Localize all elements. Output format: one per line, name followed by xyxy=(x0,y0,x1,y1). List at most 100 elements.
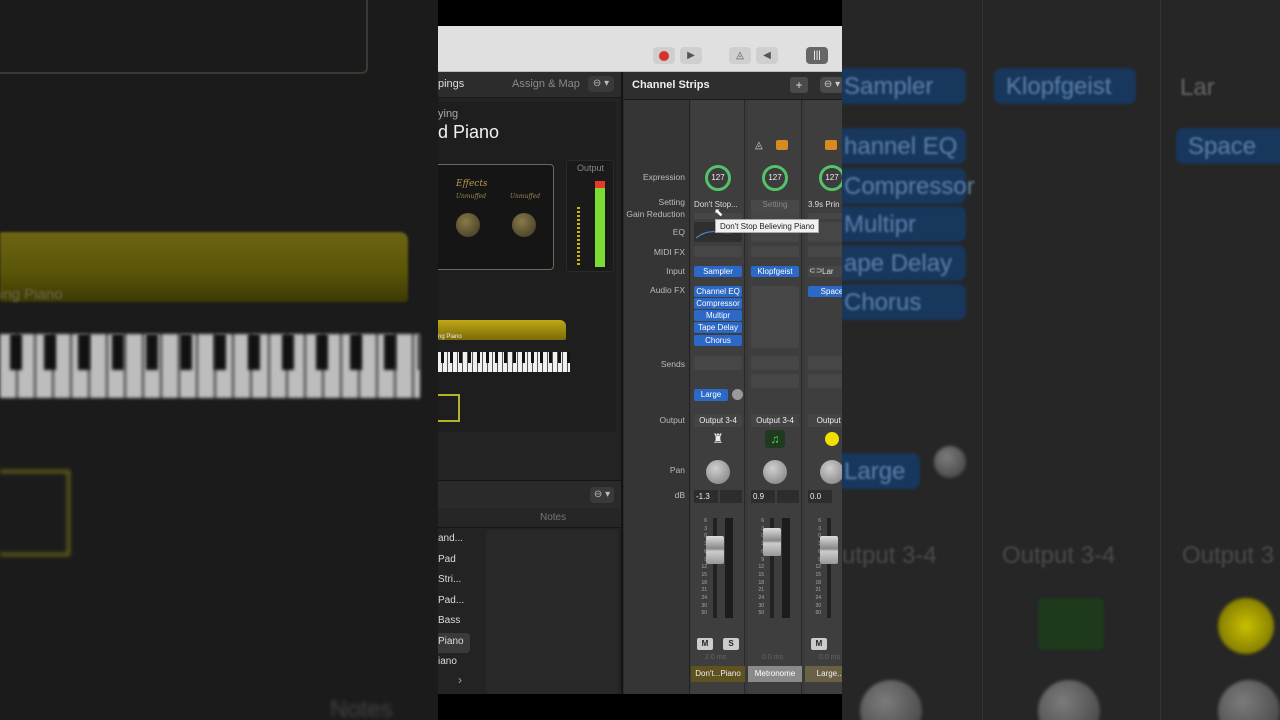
row-label-midi-fx: MIDI FX xyxy=(653,247,685,257)
send-level-knob[interactable] xyxy=(732,389,743,400)
audio-fx-compressor[interactable]: Compressor xyxy=(694,298,742,309)
channel-strips-menu-button[interactable]: ⊖ ▾ xyxy=(820,77,842,93)
mute-button[interactable]: M xyxy=(811,638,827,650)
library-item[interactable]: and... xyxy=(438,530,486,551)
notes-header: Notes xyxy=(540,512,567,523)
effects-knob[interactable] xyxy=(512,213,536,237)
channel-strip-metronome: ◬ 127 Setting Klopfgeist Output 3-4 ♫ 0.… xyxy=(748,100,802,694)
library-menu-button[interactable]: ⊖ ▾ xyxy=(590,487,614,503)
library-item[interactable]: Stri... xyxy=(438,571,486,592)
output-selector[interactable]: Output 3-4 xyxy=(694,414,742,427)
channel-strip-piano: 127 Don't Stop... Sampler Channel EQ Com… xyxy=(691,100,745,694)
lock-icon xyxy=(776,140,788,150)
channel-strips-title: Channel Strips xyxy=(632,79,710,91)
background-pan-knob xyxy=(860,680,922,720)
background-pill-chorus: Chorus xyxy=(842,284,966,320)
add-channel-button[interactable]: + xyxy=(790,77,808,93)
db-readout: 0.9 xyxy=(751,490,775,503)
effects-sub-label: Unmuffed xyxy=(456,193,487,200)
setting-button[interactable]: 3.9s Prin xyxy=(808,200,842,213)
row-label-audio-fx: Audio FX xyxy=(650,285,685,295)
expression-knob[interactable]: 127 xyxy=(762,165,788,191)
volume-fader[interactable] xyxy=(763,528,781,556)
row-label-expression: Expression xyxy=(642,172,685,182)
background-frame xyxy=(0,0,368,74)
plugin-title: d Piano xyxy=(438,122,500,142)
midi-fx-slot[interactable] xyxy=(694,246,742,257)
background-output-2: Output 3-4 xyxy=(1002,542,1116,569)
row-label-input: Input xyxy=(666,266,685,276)
volume-fader[interactable] xyxy=(706,536,724,564)
library-item[interactable]: iano xyxy=(438,653,486,674)
audio-fx-multipr[interactable]: Multipr xyxy=(694,310,742,321)
solo-button[interactable]: S xyxy=(723,638,739,650)
record-button[interactable] xyxy=(653,47,675,64)
send-slot[interactable] xyxy=(751,356,799,370)
audio-fx-space[interactable]: Space xyxy=(808,286,842,297)
background-pan-knob xyxy=(1218,680,1280,720)
volume-fader[interactable] xyxy=(820,536,838,564)
background-right: Sampler Klopfgeist Lar hannel EQ Compres… xyxy=(842,0,1280,720)
input-plugin-sampler[interactable]: Sampler xyxy=(694,266,742,277)
plugin-subtitle: ying xyxy=(438,108,459,120)
tab-mappings[interactable]: pings xyxy=(438,78,464,90)
output-label: Output xyxy=(577,163,605,173)
output-selector[interactable]: Output 3-4 xyxy=(751,414,799,427)
expression-knob[interactable]: 127 xyxy=(705,165,731,191)
piano-black-keys xyxy=(438,352,570,363)
pan-knob[interactable] xyxy=(763,460,787,484)
play-button[interactable]: ▶ xyxy=(680,47,702,64)
library-item[interactable]: Pad xyxy=(438,551,486,572)
send-slot[interactable] xyxy=(694,356,742,370)
speaker-button[interactable]: ◀ xyxy=(756,47,778,64)
background-pill-space: Space xyxy=(1176,128,1280,164)
send-slot[interactable] xyxy=(751,374,799,388)
send-slot[interactable] xyxy=(808,356,842,370)
plugin-view: ying d Piano Effects Unmuffed Unmuffed O… xyxy=(438,102,616,432)
send-large[interactable]: Large xyxy=(694,389,728,401)
audio-fx-tape-delay[interactable]: Tape Delay xyxy=(694,322,742,333)
notes-area[interactable] xyxy=(486,530,618,694)
channel-name[interactable]: Large...ll xyxy=(805,666,842,682)
metronome-button[interactable]: ◬ xyxy=(729,47,751,64)
channel-name[interactable]: Don't...Piano xyxy=(691,666,745,682)
input-plugin-klopfgeist[interactable]: Klopfgeist xyxy=(751,266,799,277)
peak-readout xyxy=(720,490,742,503)
latency-readout: 0.0 ms xyxy=(762,654,784,661)
effects-knob[interactable] xyxy=(456,213,480,237)
midi-fx-slot[interactable] xyxy=(751,246,799,257)
expression-knob[interactable]: 127 xyxy=(819,165,842,191)
midi-fx-slot[interactable] xyxy=(808,246,842,257)
library-item[interactable]: Bass xyxy=(438,612,486,633)
sustain-pedal xyxy=(438,394,460,422)
background-output-1: utput 3-4 xyxy=(842,542,937,569)
row-label-sends: Sends xyxy=(660,359,685,369)
library-item-selected[interactable]: Piano xyxy=(438,632,470,653)
channel-name[interactable]: Metronome xyxy=(748,666,802,682)
background-send-knob xyxy=(934,446,966,478)
pan-knob[interactable] xyxy=(706,460,730,484)
db-readout: -1.3 xyxy=(694,490,718,503)
setting-button[interactable]: Setting xyxy=(751,200,799,213)
audio-fx-slot[interactable] xyxy=(751,286,799,348)
fader-track xyxy=(827,518,831,618)
background-pill-klopfgeist: Klopfgeist xyxy=(994,68,1136,104)
audio-fx-chorus[interactable]: Chorus xyxy=(694,335,742,346)
grand-piano-icon: ♜ xyxy=(712,431,724,446)
record-icon xyxy=(659,50,669,61)
tab-assign-map[interactable]: Assign & Map xyxy=(512,78,580,90)
latency-readout: 0.0 ms xyxy=(819,654,841,661)
send-slot[interactable] xyxy=(808,374,842,388)
speaker-icon: ◀ xyxy=(763,50,771,61)
library-item[interactable]: Pad... xyxy=(438,592,486,613)
mixer-button[interactable]: ||| xyxy=(806,47,828,64)
background-pill-sampler: Sampler xyxy=(842,68,966,104)
piano-label: ng Piano xyxy=(438,334,462,340)
audio-fx-channel-eq[interactable]: Channel EQ xyxy=(694,286,742,297)
smart-controls-menu-button[interactable]: ⊖ ▾ xyxy=(588,76,614,92)
mute-button[interactable]: M xyxy=(697,638,713,650)
output-selector[interactable]: Output 3 xyxy=(808,414,842,427)
pan-knob[interactable] xyxy=(820,460,842,484)
chevron-right-icon[interactable]: › xyxy=(458,673,462,687)
level-meter xyxy=(725,518,733,618)
